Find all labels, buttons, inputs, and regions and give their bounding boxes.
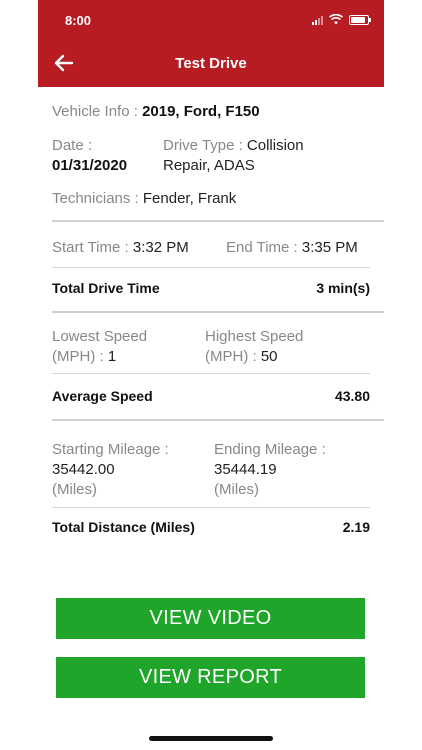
app-header: 8:00 Test Drive [38, 0, 384, 87]
vehicle-info: Vehicle Info : 2019, Ford, F150 [52, 103, 260, 120]
divider [52, 507, 370, 508]
start-time: Start Time : 3:32 PM [52, 239, 189, 256]
divider [52, 220, 384, 222]
signal-icon [312, 15, 323, 25]
divider [52, 267, 370, 268]
ending-mileage-unit: (Miles) [214, 481, 259, 498]
starting-mileage-label: Starting Mileage : [52, 441, 169, 458]
total-distance-value: 2.19 [342, 519, 370, 535]
date-label: Date : [52, 137, 93, 154]
highest-speed-unit: (MPH) : [205, 348, 261, 365]
end-time-label: End Time : [226, 239, 302, 256]
drive-type-value-line2: Repair, ADAS [163, 157, 255, 174]
total-drive-time-label: Total Drive Time [52, 280, 160, 296]
end-time: End Time : 3:35 PM [226, 239, 358, 256]
vehicle-info-value: 2019, Ford, F150 [142, 103, 260, 120]
battery-icon [349, 14, 371, 25]
phone-screen: 8:00 Test Drive Vehicle Info : 2019, For… [38, 0, 384, 750]
home-indicator[interactable] [149, 736, 273, 741]
highest-speed-label: Highest Speed [205, 328, 304, 345]
average-speed-label: Average Speed [52, 388, 153, 404]
starting-mileage-value: 35442.00 [52, 461, 115, 478]
drive-type-info: Drive Type : Collision Repair, ADAS [163, 136, 373, 176]
status-icons [312, 14, 371, 25]
drive-type-value-line1: Collision [246, 137, 304, 154]
view-report-button[interactable]: VIEW REPORT [56, 657, 365, 698]
lowest-speed-value: 1 [107, 348, 117, 365]
start-time-label: Start Time : [52, 239, 133, 256]
end-time-value: 3:35 PM [301, 239, 358, 256]
ending-mileage: Ending Mileage : 35444.19 (Miles) [214, 440, 326, 500]
status-time: 8:00 [65, 13, 92, 28]
ending-mileage-value: 35444.19 [214, 461, 277, 478]
technicians-value: Fender, Frank [142, 190, 237, 207]
lowest-speed-label: Lowest Speed [52, 328, 148, 345]
technicians-info: Technicians : Fender, Frank [52, 190, 236, 207]
total-drive-time-value: 3 min(s) [316, 280, 370, 296]
drive-type-label: Drive Type : [163, 137, 247, 154]
date-info: Date : 01/31/2020 [52, 136, 127, 176]
highest-speed: Highest Speed (MPH) : 50 [205, 327, 303, 367]
vehicle-info-label: Vehicle Info : [52, 103, 143, 120]
average-speed-value: 43.80 [334, 388, 370, 404]
starting-mileage-unit: (Miles) [52, 481, 97, 498]
start-time-value: 3:32 PM [132, 239, 189, 256]
technicians-label: Technicians : [52, 190, 143, 207]
total-distance-label: Total Distance (Miles) [52, 519, 195, 535]
date-value: 01/31/2020 [52, 157, 128, 174]
view-video-button[interactable]: VIEW VIDEO [56, 598, 365, 639]
ending-mileage-label: Ending Mileage : [214, 441, 326, 458]
lowest-speed: Lowest Speed (MPH) : 1 [52, 327, 147, 367]
lowest-speed-unit: (MPH) : [52, 348, 108, 365]
wifi-icon [329, 14, 343, 25]
page-title: Test Drive [175, 55, 247, 72]
starting-mileage: Starting Mileage : 35442.00 (Miles) [52, 440, 169, 500]
divider [52, 419, 384, 421]
divider [52, 373, 370, 374]
highest-speed-value: 50 [260, 348, 278, 365]
divider [52, 311, 384, 313]
